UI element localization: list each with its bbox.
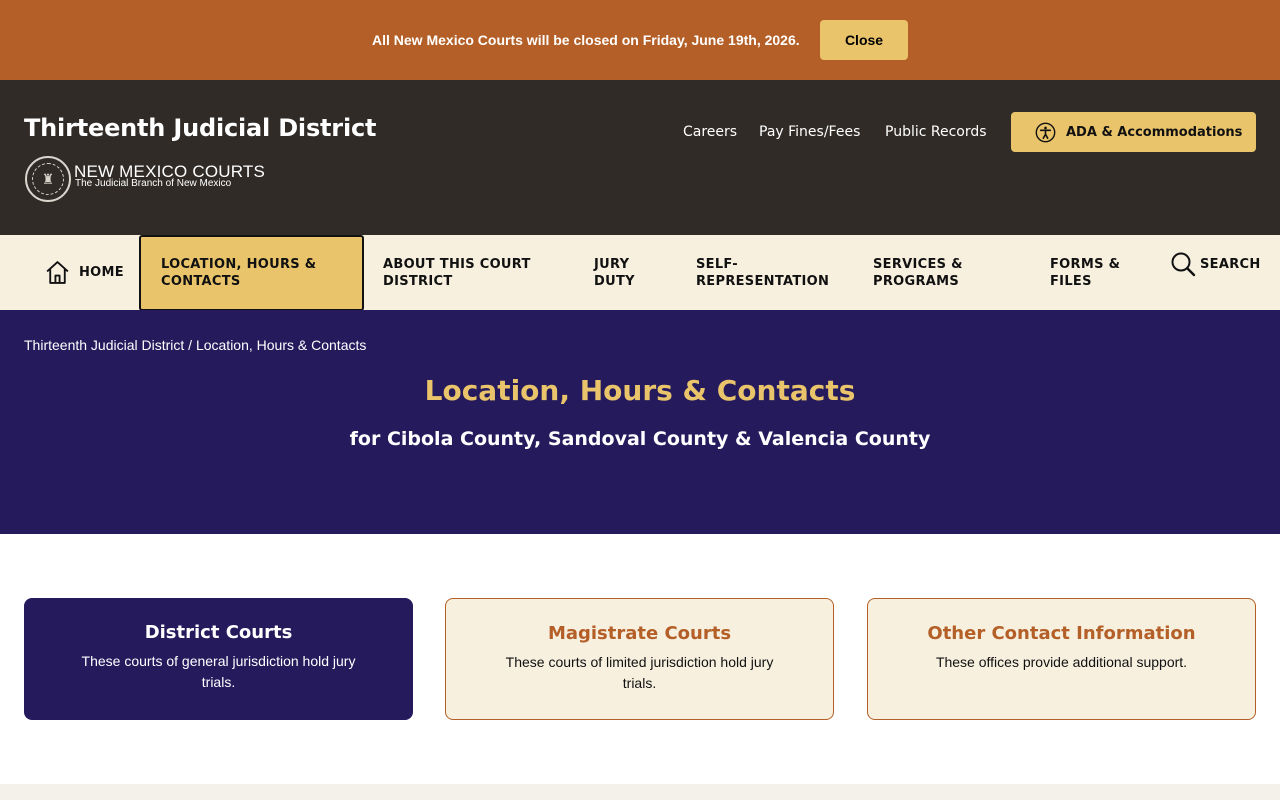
breadcrumb[interactable]: Thirteenth Judicial District / Location,… (24, 337, 366, 353)
alert-close-button[interactable]: Close (820, 20, 908, 60)
nav-search-label: SEARCH (1200, 256, 1261, 272)
accessibility-icon (1035, 122, 1056, 142)
district-courts-card[interactable]: District Courts These courts of general … (24, 598, 413, 720)
page-title: Location, Hours & Contacts (424, 374, 856, 407)
page-hero: Thirteenth Judicial District / Location,… (0, 310, 1280, 534)
nav-services-label: SERVICES & PROGRAMS (873, 256, 963, 289)
seal-figure-icon: ♜ (32, 163, 64, 195)
nav-item-self-representation[interactable]: SELF-REPRESENTATION (696, 235, 836, 310)
page-subtitle: for Cibola County, Sandoval County & Val… (349, 428, 931, 450)
brand-tagline: The Judicial Branch of New Mexico (75, 178, 232, 189)
card-title: Other Contact Information (927, 623, 1196, 644)
nav-item-forms[interactable]: FORMS & FILES (1050, 235, 1140, 310)
careers-link[interactable]: Careers (683, 124, 737, 140)
court-seal-logo: ♜ (25, 156, 71, 202)
card-description: These courts of limited jurisdiction hol… (505, 654, 774, 691)
card-title: District Courts (144, 622, 293, 643)
nav-item-jury[interactable]: JURY DUTY (594, 235, 654, 310)
card-description: These offices provide additional support… (935, 654, 1188, 670)
public-records-link[interactable]: Public Records (885, 124, 987, 140)
other-contact-card[interactable]: Other Contact Information These offices … (867, 598, 1256, 720)
nav-item-home[interactable]: HOME (44, 235, 124, 310)
card-title: Magistrate Courts (547, 623, 732, 644)
nav-item-location[interactable]: LOCATION, HOURS & CONTACTS (139, 235, 364, 311)
site-title[interactable]: Thirteenth Judicial District (24, 114, 376, 142)
nav-forms-label: FORMS & FILES (1050, 256, 1121, 289)
card-description: These courts of general jurisdiction hol… (81, 653, 356, 690)
search-icon (1171, 252, 1196, 277)
content-section: District Courts These courts of general … (0, 534, 1280, 784)
alert-banner: All New Mexico Courts will be closed on … (0, 0, 1280, 80)
nav-home-label: HOME (79, 265, 124, 280)
site-header: Thirteenth Judicial District ♜ NEW MEXIC… (0, 80, 1280, 235)
home-icon (46, 261, 69, 284)
ada-button-label: ADA & Accommodations (1066, 124, 1243, 140)
nav-search-button[interactable]: SEARCH (1170, 235, 1261, 293)
pay-fines-link[interactable]: Pay Fines/Fees (759, 124, 860, 140)
nav-self-rep-label: SELF-REPRESENTATION (696, 256, 830, 289)
magistrate-courts-card[interactable]: Magistrate Courts These courts of limite… (445, 598, 834, 720)
alert-message: All New Mexico Courts will be closed on … (372, 32, 800, 48)
nav-jury-label: JURY DUTY (594, 256, 635, 289)
main-nav: HOME LOCATION, HOURS & CONTACTS ABOUT TH… (0, 235, 1280, 311)
nav-about-label: ABOUT THIS COURT DISTRICT (383, 256, 531, 289)
nav-location-label: LOCATION, HOURS & CONTACTS (161, 257, 317, 289)
nav-item-about[interactable]: ABOUT THIS COURT DISTRICT (383, 235, 553, 310)
nav-item-services[interactable]: SERVICES & PROGRAMS (873, 235, 993, 310)
ada-accommodations-button[interactable]: ADA & Accommodations (1011, 112, 1256, 152)
footer-divider (0, 784, 1280, 800)
